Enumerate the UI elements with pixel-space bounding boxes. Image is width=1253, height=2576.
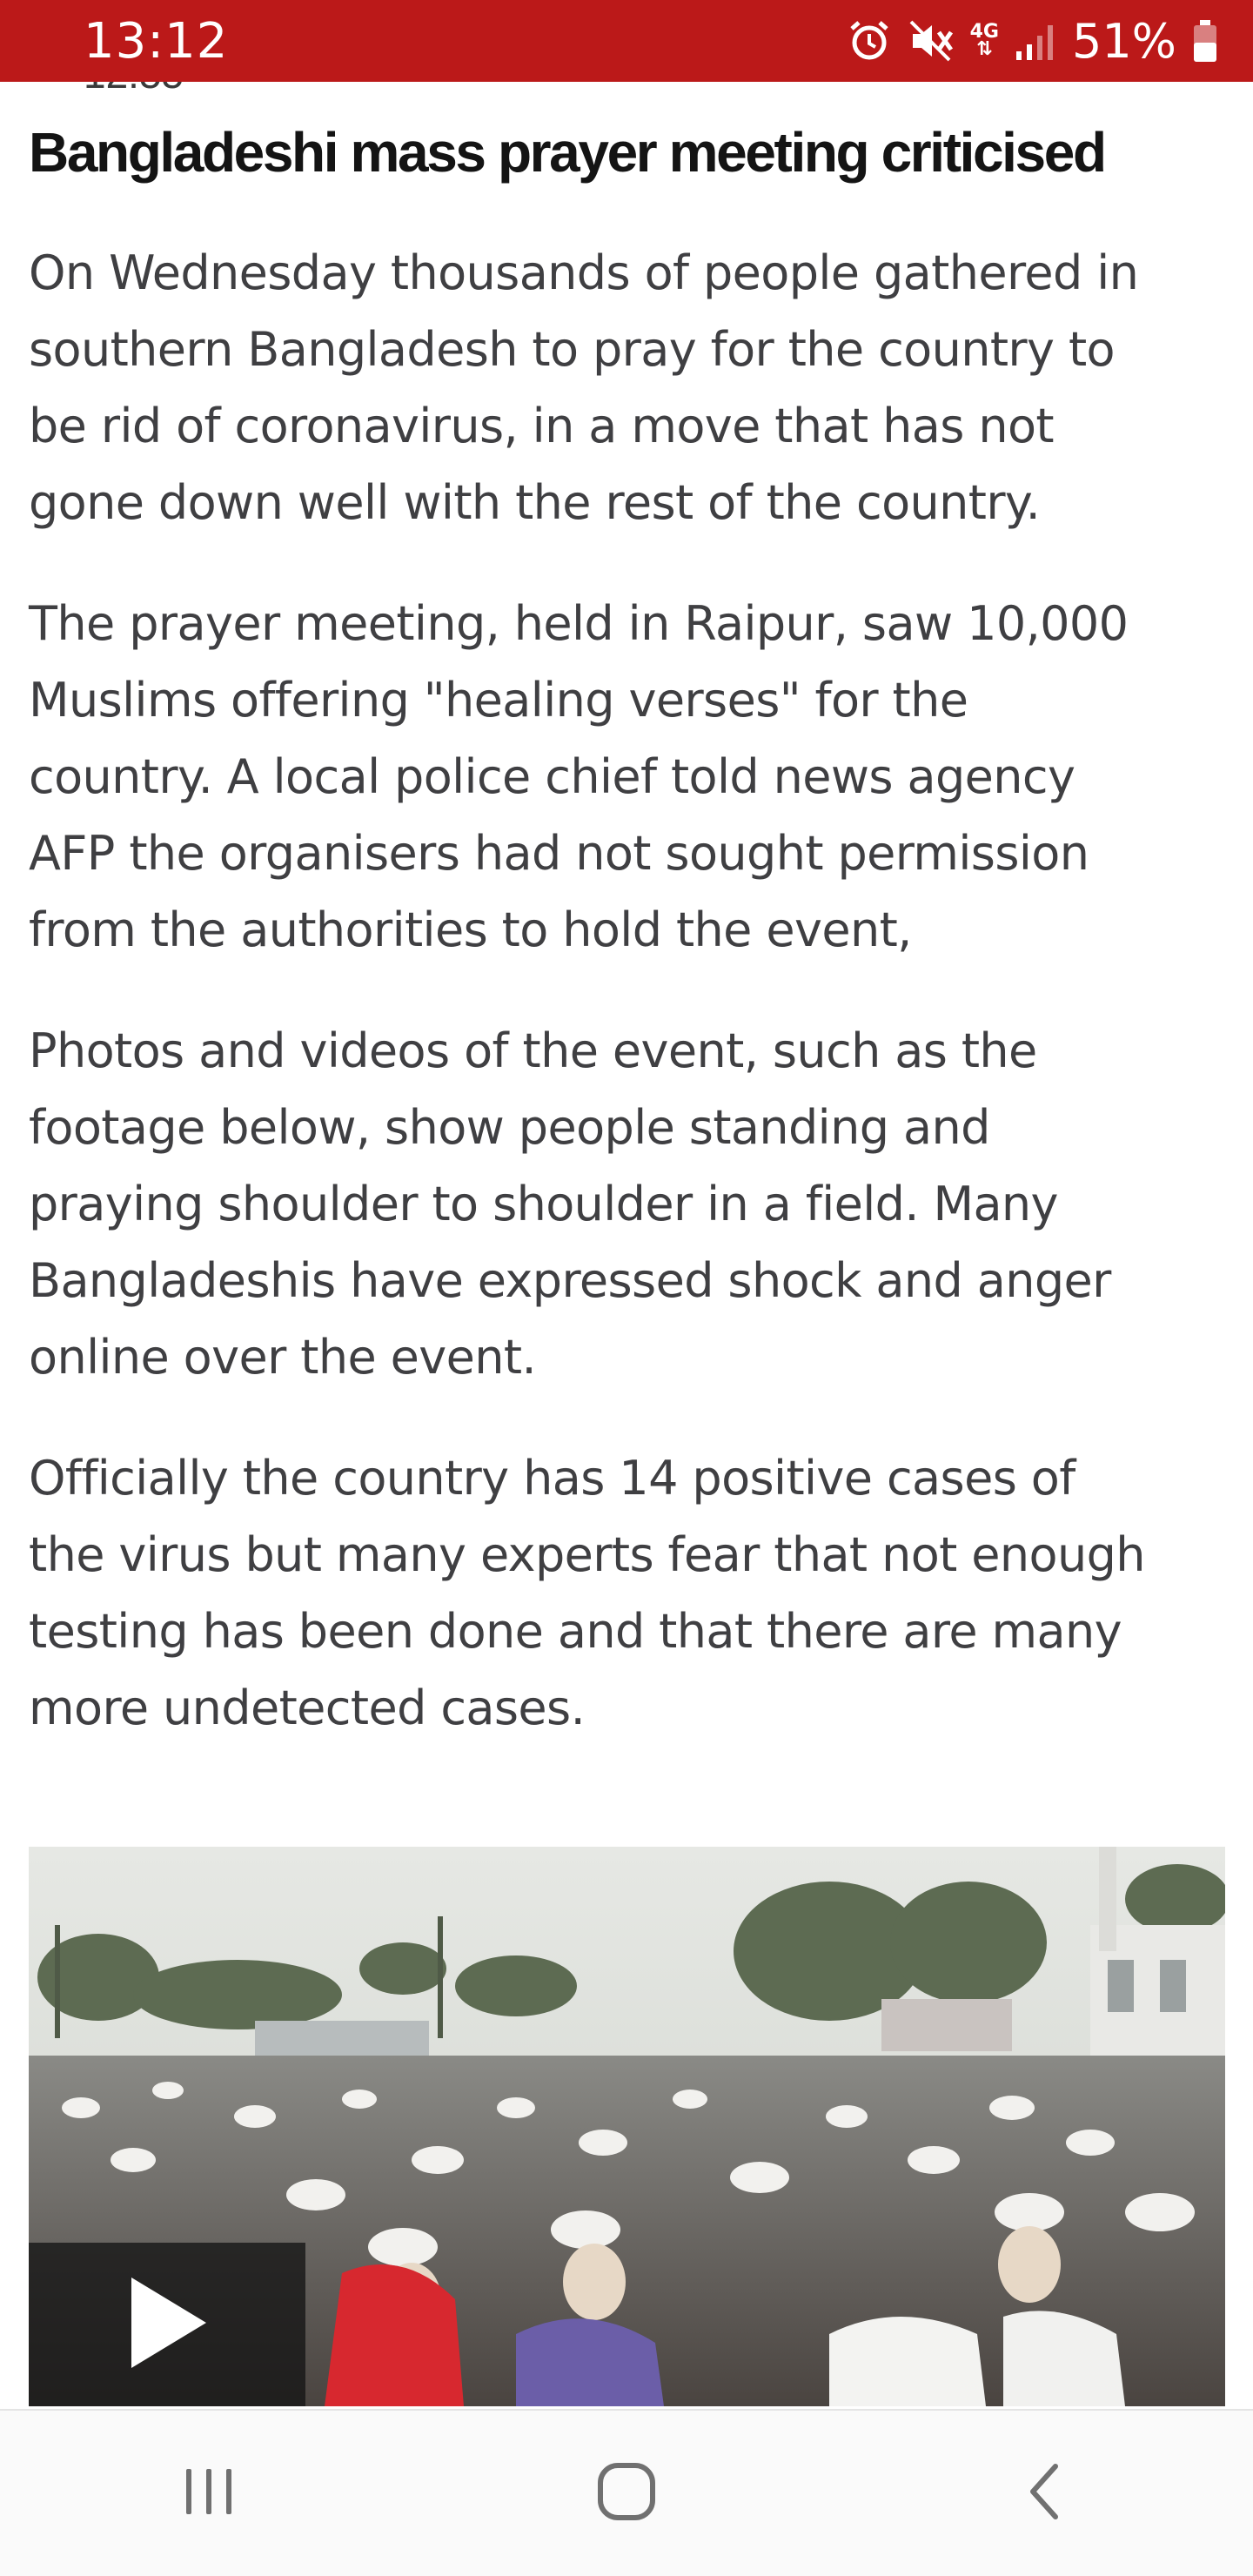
status-time: 13:12 xyxy=(84,12,229,70)
navigation-bar xyxy=(0,2409,1253,2576)
article: Bangladeshi mass prayer meeting criticis… xyxy=(29,118,1225,1747)
article-paragraph-1: On Wednesday thousands of people gathere… xyxy=(29,235,1225,541)
paragraph-line: AFP the organisers had not sought permis… xyxy=(29,826,1089,881)
alarm-icon xyxy=(847,18,892,64)
recent-apps-icon xyxy=(181,2464,237,2524)
recent-apps-button[interactable] xyxy=(122,2441,296,2546)
back-button[interactable] xyxy=(957,2441,1131,2546)
battery-icon xyxy=(1192,18,1218,64)
battery-percent: 51% xyxy=(1071,13,1176,69)
paragraph-line: testing has been done and that there are… xyxy=(29,1604,1122,1659)
paragraph-line: Photos and videos of the event, such as … xyxy=(29,1023,1037,1078)
paragraph-line: Muslims offering "healing verses" for th… xyxy=(29,673,968,728)
paragraph-line: southern Bangladesh to pray for the coun… xyxy=(29,322,1116,377)
paragraph-line: online over the event. xyxy=(29,1330,537,1385)
status-bar: 13:12 4G ⇅ 51% xyxy=(0,0,1253,82)
paragraph-line: country. A local police chief told news … xyxy=(29,749,1075,804)
paragraph-line: the virus but many experts fear that not… xyxy=(29,1527,1145,1582)
paragraph-line: footage below, show people standing and xyxy=(29,1100,990,1155)
paragraph-line: be rid of coronavirus, in a move that ha… xyxy=(29,399,1055,453)
paragraph-line: praying shoulder to shoulder in a field.… xyxy=(29,1177,1059,1231)
network-4g-icon: 4G ⇅ xyxy=(969,21,999,60)
mute-icon xyxy=(908,18,955,64)
video-player[interactable] xyxy=(29,1847,1225,2406)
paragraph-line: Officially the country has 14 positive c… xyxy=(29,1451,1075,1506)
network-label: 4G xyxy=(969,21,999,43)
home-icon xyxy=(596,2461,657,2526)
paragraph-line: more undetected cases. xyxy=(29,1680,586,1735)
play-icon xyxy=(119,2271,215,2379)
paragraph-line: gone down well with the rest of the coun… xyxy=(29,475,1041,530)
home-button[interactable] xyxy=(539,2441,714,2546)
paragraph-line: Bangladeshis have expressed shock and an… xyxy=(29,1253,1111,1308)
signal-icon xyxy=(1015,22,1056,60)
paragraph-line: On Wednesday thousands of people gathere… xyxy=(29,245,1139,300)
article-headline: Bangladeshi mass prayer meeting criticis… xyxy=(29,121,1107,184)
paragraph-line: The prayer meeting, held in Raipur, saw … xyxy=(29,596,1129,651)
article-paragraph-3: Photos and videos of the event, such as … xyxy=(29,1013,1225,1396)
article-paragraph-2: The prayer meeting, held in Raipur, saw … xyxy=(29,586,1225,969)
back-icon xyxy=(1022,2461,1066,2526)
article-paragraph-4: Officially the country has 14 positive c… xyxy=(29,1440,1225,1747)
paragraph-line: from the authorities to hold the event, xyxy=(29,902,912,957)
play-button[interactable] xyxy=(29,2243,305,2406)
status-icons: 4G ⇅ 51% xyxy=(847,14,1218,69)
